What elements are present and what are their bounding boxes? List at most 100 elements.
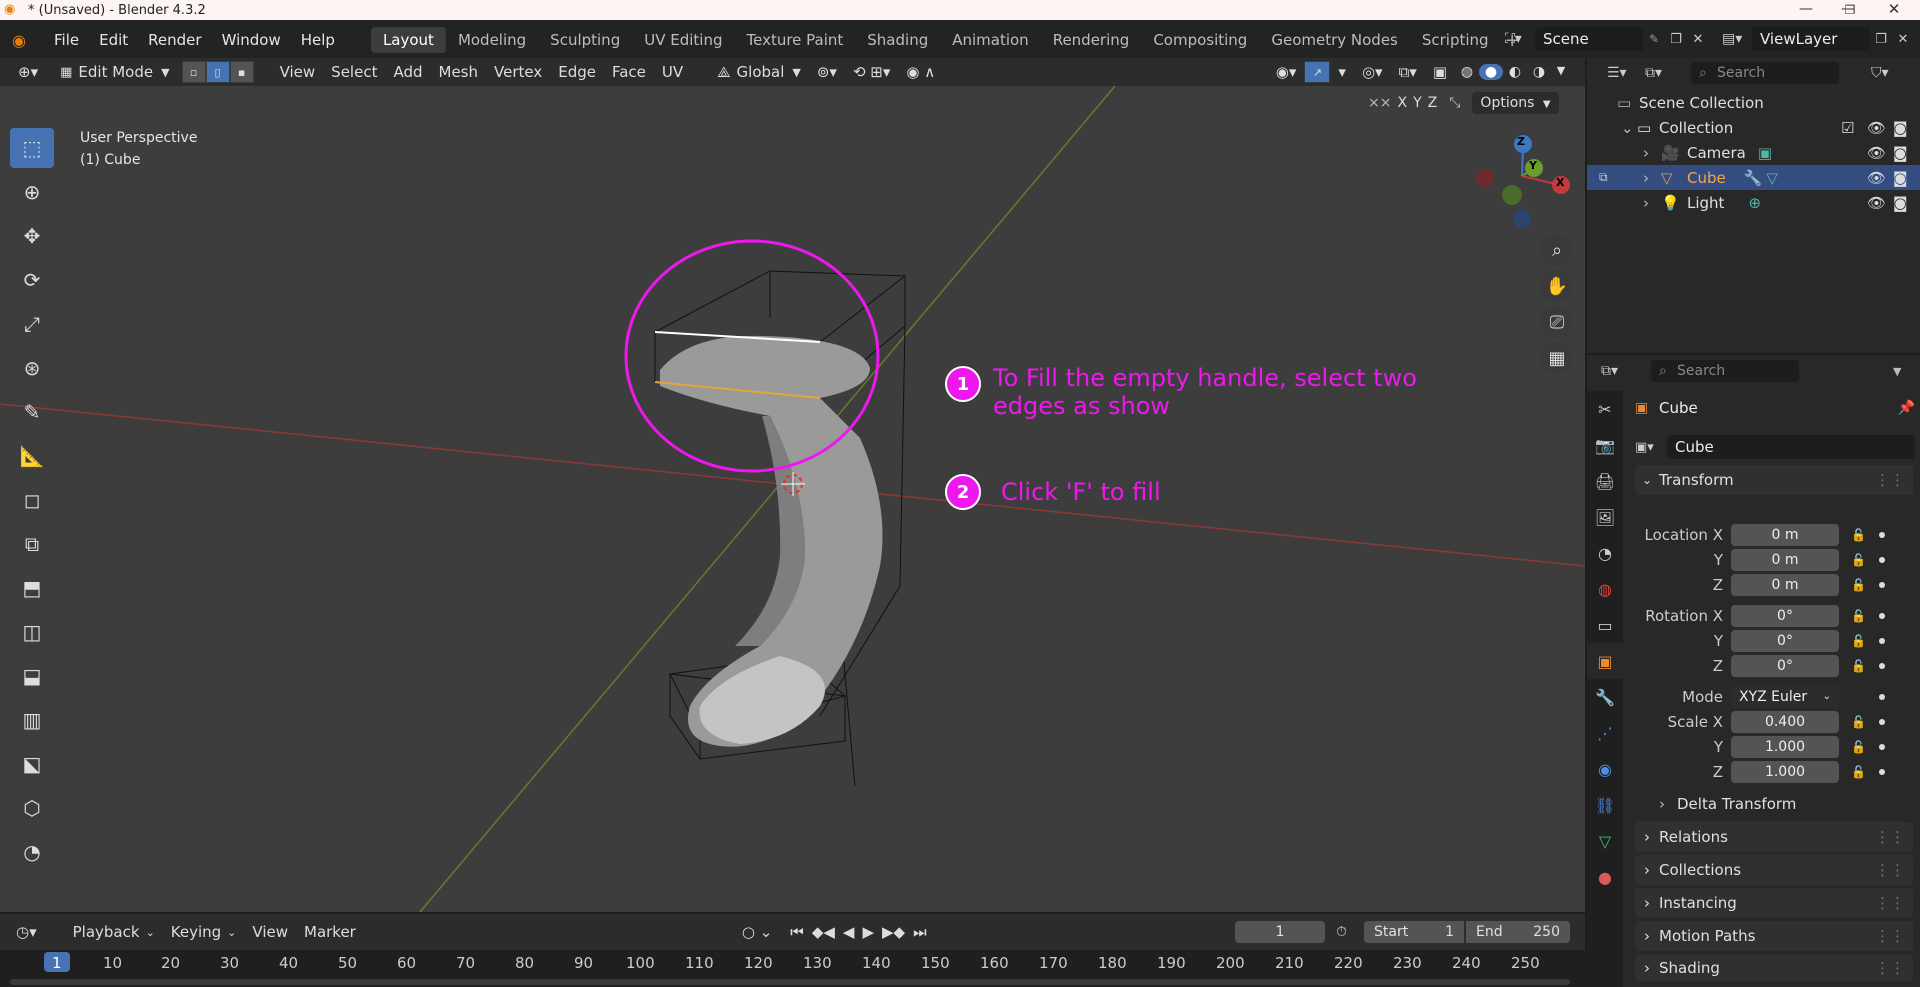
spin-tool-icon[interactable]: ◔: [10, 832, 54, 872]
view-layer-selector[interactable]: ▤▾ ViewLayer ❐ ✕: [1722, 27, 1914, 51]
output-tab-icon[interactable]: 🖨: [1587, 463, 1623, 499]
panel-relations[interactable]: › Relations ⋮⋮: [1635, 822, 1913, 852]
solid-shading-icon[interactable]: ●: [1479, 64, 1503, 80]
particles-tab-icon[interactable]: ⋰: [1587, 715, 1623, 751]
lock-icon[interactable]: 🔓: [1851, 578, 1871, 592]
scale-y-field[interactable]: 1.000: [1731, 736, 1839, 758]
scene-tab-icon[interactable]: ◔: [1587, 535, 1623, 571]
play-icon[interactable]: ▶: [862, 923, 874, 941]
eye-icon[interactable]: 👁: [1867, 169, 1886, 187]
tab-rendering[interactable]: Rendering: [1041, 27, 1142, 53]
scene-selector[interactable]: ⛶▾ Scene ✎ ❐ ✕: [1505, 27, 1709, 51]
rotation-mode-dropdown[interactable]: XYZ Euler ⌄: [1731, 686, 1839, 708]
menu-render[interactable]: Render: [138, 31, 211, 49]
subpanel-delta-transform[interactable]: › Delta Transform: [1659, 795, 1796, 813]
tab-modeling[interactable]: Modeling: [446, 27, 538, 53]
drag-handle-icon[interactable]: ⋮⋮: [1875, 471, 1905, 489]
timeline-scrollbar[interactable]: [10, 979, 1570, 985]
physics-tab-icon[interactable]: ◉: [1587, 751, 1623, 787]
add-cube-tool-icon[interactable]: ◻: [10, 480, 54, 520]
scene-name-field[interactable]: Scene: [1535, 27, 1643, 51]
restore-window-icon[interactable]: ❐: [1828, 0, 1872, 20]
gizmo-menu-icon[interactable]: ▾: [1330, 61, 1354, 83]
keyframe-dot-icon[interactable]: [1879, 719, 1885, 725]
vertex-select-icon[interactable]: ▫: [181, 61, 206, 83]
xray-icon[interactable]: ▣: [1425, 61, 1455, 83]
keyframe-dot-icon[interactable]: [1879, 557, 1885, 563]
location-z-field[interactable]: 0 m: [1731, 574, 1839, 596]
expand-chevron-icon[interactable]: ›: [1643, 144, 1661, 162]
wireframe-shading-icon[interactable]: ◍: [1455, 64, 1479, 80]
minimize-window-icon[interactable]: —: [1784, 0, 1828, 20]
rotation-z-field[interactable]: 0°: [1731, 655, 1839, 677]
overlays-icon[interactable]: ◎▾: [1354, 61, 1391, 83]
panel-collections[interactable]: › Collections ⋮⋮: [1635, 855, 1913, 885]
new-view-layer-icon[interactable]: ❐: [1870, 32, 1892, 47]
edit-mode-indicator-icon[interactable]: ⧉: [1599, 170, 1608, 185]
constraints-tab-icon[interactable]: ⛓: [1587, 787, 1623, 823]
cursor-tool-icon[interactable]: ⊕: [10, 172, 54, 212]
filter-icon[interactable]: ⛉▾: [1871, 65, 1889, 81]
lock-icon[interactable]: 🔓: [1851, 659, 1871, 673]
jump-start-icon[interactable]: ⏮: [790, 923, 804, 941]
location-x-field[interactable]: 0 m: [1731, 524, 1839, 546]
collection-tab-icon[interactable]: ▭: [1587, 607, 1623, 643]
timeline-editor-icon[interactable]: ◷▾: [8, 921, 45, 943]
camera-view-icon[interactable]: ⎚: [1541, 306, 1573, 338]
annotate-tool-icon[interactable]: ✎: [10, 392, 54, 432]
rendered-shading-icon[interactable]: ◑: [1527, 64, 1551, 80]
pin-icon[interactable]: ✎: [1643, 32, 1665, 46]
view-layer-name-field[interactable]: ViewLayer: [1752, 27, 1870, 51]
location-y-field[interactable]: 0 m: [1731, 549, 1839, 571]
add-cube-alt-tool-icon[interactable]: ⧉: [10, 524, 54, 564]
eye-icon[interactable]: 👁: [1867, 144, 1886, 162]
lock-icon[interactable]: 🔓: [1851, 715, 1871, 729]
snap-icon[interactable]: ⟲ ⊞▾: [845, 61, 898, 83]
keyframe-dot-icon[interactable]: [1879, 532, 1885, 538]
object-name-field[interactable]: Cube: [1667, 435, 1915, 459]
loop-cut-tool-icon[interactable]: ▥: [10, 700, 54, 740]
play-reverse-icon[interactable]: ◀: [843, 923, 855, 941]
bevel-tool-icon[interactable]: ⬓: [10, 656, 54, 696]
lock-icon[interactable]: 🔓: [1851, 634, 1871, 648]
menu-vertex[interactable]: Vertex: [486, 61, 550, 83]
auto-merge-icon[interactable]: ⤡: [1449, 95, 1460, 111]
timeline-view-menu[interactable]: View: [244, 921, 296, 943]
close-window-icon[interactable]: ✕: [1872, 0, 1916, 20]
pan-hand-icon[interactable]: ✋: [1541, 270, 1573, 302]
collection-checkbox-icon[interactable]: ☑: [1841, 119, 1854, 137]
menu-file[interactable]: File: [44, 31, 89, 49]
pivot-point-icon[interactable]: ⊚▾: [809, 61, 845, 83]
orientation-selector[interactable]: ⟁ Global ▼: [709, 61, 809, 83]
gizmo-y-label[interactable]: Y: [1529, 159, 1537, 172]
tab-layout[interactable]: Layout: [370, 27, 446, 53]
marker-menu[interactable]: Marker: [296, 921, 364, 943]
keyframe-dot-icon[interactable]: [1879, 613, 1885, 619]
modifier-tab-icon[interactable]: 🔧: [1587, 679, 1623, 715]
scale-tool-icon[interactable]: ⤢: [10, 304, 54, 344]
outliner-row-scene-collection[interactable]: ▭ Scene Collection: [1587, 90, 1920, 115]
gizmo-z-label[interactable]: Z: [1517, 135, 1525, 148]
drag-handle-icon[interactable]: ⋮⋮: [1875, 861, 1905, 879]
camera-render-icon[interactable]: ◙: [1893, 194, 1908, 212]
keyframe-dot-icon[interactable]: [1879, 744, 1885, 750]
stopwatch-icon[interactable]: ⏱: [1336, 924, 1347, 940]
outliner-row-light[interactable]: › 💡 Light ⊕ 👁 ◙: [1587, 190, 1920, 215]
camera-render-icon[interactable]: ◙: [1893, 119, 1908, 137]
gizmo-x-label[interactable]: X: [1556, 176, 1564, 189]
drag-handle-icon[interactable]: ⋮⋮: [1875, 959, 1905, 977]
mirror-y-toggle[interactable]: Y: [1413, 95, 1422, 111]
expand-chevron-icon[interactable]: ›: [1643, 194, 1661, 212]
keyframe-dot-icon[interactable]: [1879, 638, 1885, 644]
menu-window[interactable]: Window: [212, 31, 291, 49]
scale-z-field[interactable]: 1.000: [1731, 761, 1839, 783]
end-frame-field[interactable]: End 250: [1466, 921, 1570, 943]
material-tab-icon[interactable]: ●: [1587, 859, 1623, 895]
outliner-row-cube[interactable]: ⧉ › ▽ Cube 🔧 ▽ 👁 ◙: [1587, 165, 1920, 190]
inset-tool-icon[interactable]: ◫: [10, 612, 54, 652]
timeline-ruler[interactable]: 1 10 20 30 40 50 60 70 80 90 100 110 120…: [0, 950, 1585, 987]
menu-edge[interactable]: Edge: [550, 61, 604, 83]
data-tab-icon[interactable]: ▽: [1587, 823, 1623, 859]
material-shading-icon[interactable]: ◐: [1503, 64, 1527, 80]
gizmo-toggle-icon[interactable]: ↗: [1304, 61, 1331, 83]
